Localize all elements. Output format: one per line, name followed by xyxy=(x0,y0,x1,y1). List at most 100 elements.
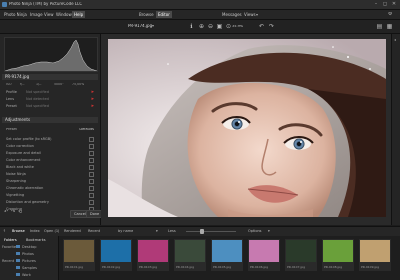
thumbnail[interactable]: PR-9102.jpg xyxy=(100,239,132,271)
thumbnail-image xyxy=(138,240,168,262)
thumbnail[interactable]: PR-9107.jpg xyxy=(285,239,317,271)
maximize-button[interactable]: ◻ xyxy=(381,1,389,7)
menu-photo-ninja[interactable]: Photo Ninja xyxy=(2,11,29,18)
adj-black-white[interactable]: Black and white xyxy=(4,164,96,170)
redo-icon[interactable]: ↷ xyxy=(11,210,15,215)
adj-exposure-detail[interactable]: Exposure and detail xyxy=(4,150,96,156)
rotate-left-icon[interactable]: ↶ xyxy=(258,23,265,30)
sort-direction[interactable]: Less xyxy=(168,228,176,235)
settings-icon[interactable]: ⚙ xyxy=(388,12,392,17)
chevron-down-icon[interactable]: ▾ xyxy=(152,24,154,28)
mode-editor[interactable]: Editor xyxy=(156,11,172,18)
folder-row[interactable]: Favorites Desktop xyxy=(2,244,56,250)
thumbnail[interactable]: PR-9103.jpg xyxy=(137,239,169,271)
folder-icon xyxy=(16,245,20,248)
up-arrow-icon[interactable]: ↑ xyxy=(3,228,6,235)
file-selector[interactable]: PR-9174.jpg xyxy=(128,24,152,28)
left-panel: PR-9174.jpg ISO f/-- 1/-- 5000° 75,00% P… xyxy=(0,34,104,225)
title-bar: Photo Ninja (TM) by PictureCode LLC – ◻ … xyxy=(0,0,400,10)
filmstrip: PR-9101.jpg PR-9102.jpg PR-9103.jpg PR-9… xyxy=(59,236,400,280)
profile-value: Not specified xyxy=(26,90,49,94)
chevron-down-icon[interactable]: ▾ xyxy=(268,228,270,235)
lens-row[interactable]: Lens Not detected ▸ xyxy=(4,96,96,102)
history-icon[interactable]: ⟲ xyxy=(18,210,22,215)
panel-toggle-icon[interactable]: ▤ xyxy=(376,23,383,30)
checkbox[interactable] xyxy=(89,137,94,142)
tab-rendered[interactable]: Rendered xyxy=(64,228,81,235)
adj-sharpening[interactable]: Sharpening xyxy=(4,178,96,184)
info-header[interactable]: PR-9174.jpg xyxy=(2,74,98,80)
zoom-out-icon[interactable]: ⊖ xyxy=(207,23,214,30)
menu-help[interactable]: Help xyxy=(72,11,86,18)
mode-browse[interactable]: Browse xyxy=(137,11,156,18)
thumbnail[interactable]: PR-9105.jpg xyxy=(211,239,243,271)
folder-row[interactable]: Work xyxy=(2,272,56,278)
menu-window[interactable]: Window xyxy=(54,11,74,18)
minimize-button[interactable]: – xyxy=(372,1,380,7)
messages-tab[interactable]: Messages xyxy=(220,11,244,18)
checkbox[interactable] xyxy=(89,186,94,191)
thumb-size-slider[interactable] xyxy=(186,229,236,234)
adj-vignetting[interactable]: Vignetting xyxy=(4,192,96,198)
thumbnail-image xyxy=(101,240,131,262)
tab-index[interactable]: Index xyxy=(30,228,40,235)
info-icon[interactable]: ℹ xyxy=(188,23,195,30)
checkbox[interactable] xyxy=(89,200,94,205)
adj-noise-ninja[interactable]: Noise Ninja xyxy=(4,171,96,177)
warning-icon: ▸ xyxy=(91,103,94,109)
profile-row[interactable]: Profile Not specified ▸ xyxy=(4,89,96,95)
chevron-down-icon[interactable]: ▾ xyxy=(256,13,258,17)
menu-bar: Photo Ninja Image View Window Help Brows… xyxy=(0,10,400,20)
tab-browse[interactable]: Browse xyxy=(12,228,25,235)
checkbox[interactable] xyxy=(89,179,94,184)
sort-dropdown[interactable]: by name xyxy=(118,228,133,235)
adj-distortion[interactable]: Distortion and geometry xyxy=(4,199,96,205)
folder-row[interactable]: Photos xyxy=(2,251,56,257)
stat-aperture: f/-- xyxy=(20,83,25,86)
thumbnail[interactable]: PR-9104.jpg xyxy=(174,239,206,271)
layout-icon[interactable]: ▦ xyxy=(386,23,393,30)
checkbox[interactable] xyxy=(89,158,94,163)
checkbox[interactable] xyxy=(89,193,94,198)
photo-canvas[interactable] xyxy=(108,39,386,217)
folder-icon xyxy=(16,266,20,269)
folder-icon xyxy=(16,259,20,262)
tab-open[interactable]: Open (1) xyxy=(44,228,59,235)
checkbox[interactable] xyxy=(89,151,94,156)
thumbnail[interactable]: PR-9108.jpg xyxy=(322,239,354,271)
image-viewer[interactable] xyxy=(101,34,391,225)
thumbnail[interactable]: PR-9106.jpg xyxy=(248,239,280,271)
preset-dropdown[interactable]: Defaults xyxy=(79,128,94,132)
folder-row[interactable]: Recent Pictures xyxy=(2,258,56,264)
adjustments-header[interactable]: Adjustments xyxy=(2,117,98,123)
tab-folders[interactable]: Folders xyxy=(2,237,19,243)
collapse-arrow-icon[interactable]: ◂ xyxy=(394,38,396,42)
adj-set-color-profile[interactable]: Set color profile (to sRGB) xyxy=(4,136,96,142)
tab-recent[interactable]: Recent xyxy=(88,228,100,235)
undo-icon[interactable]: ↶ xyxy=(4,210,8,215)
warning-icon: ▸ xyxy=(91,96,94,102)
adj-color-correction[interactable]: Color correction xyxy=(4,143,96,149)
checkbox[interactable] xyxy=(89,144,94,149)
rotate-right-icon[interactable]: ↷ xyxy=(268,23,275,30)
slider-handle[interactable] xyxy=(200,229,204,234)
adj-chromatic-aberration[interactable]: Chromatic aberration xyxy=(4,185,96,191)
thumbnail-image xyxy=(286,240,316,262)
checkbox[interactable] xyxy=(89,172,94,177)
right-panel-collapsed[interactable]: ◂ xyxy=(391,34,400,225)
folder-row[interactable]: Samples xyxy=(2,265,56,271)
zoom-in-icon[interactable]: ⊕ xyxy=(198,23,205,30)
thumbnail[interactable]: PR-9101.jpg xyxy=(63,239,95,271)
fit-icon[interactable]: ▣ xyxy=(216,23,223,30)
tab-bookmarks[interactable]: Bookmarks xyxy=(24,237,48,243)
preset-row[interactable]: Preset Not specified ▸ xyxy=(4,103,96,109)
chevron-down-icon[interactable]: ▾ xyxy=(156,228,158,235)
checkbox[interactable] xyxy=(89,165,94,170)
close-button[interactable]: ✕ xyxy=(390,1,398,7)
adjustments-preset[interactable]: Preset Defaults xyxy=(6,128,96,134)
stat-percent: 75,00% xyxy=(72,83,85,86)
thumbnail[interactable]: PR-9109.jpg xyxy=(359,239,391,271)
options-button[interactable]: Options xyxy=(248,228,262,235)
adj-color-enhancement[interactable]: Color enhancement xyxy=(4,157,96,163)
zoom-percent-icon[interactable]: ⊙ xyxy=(225,23,232,30)
